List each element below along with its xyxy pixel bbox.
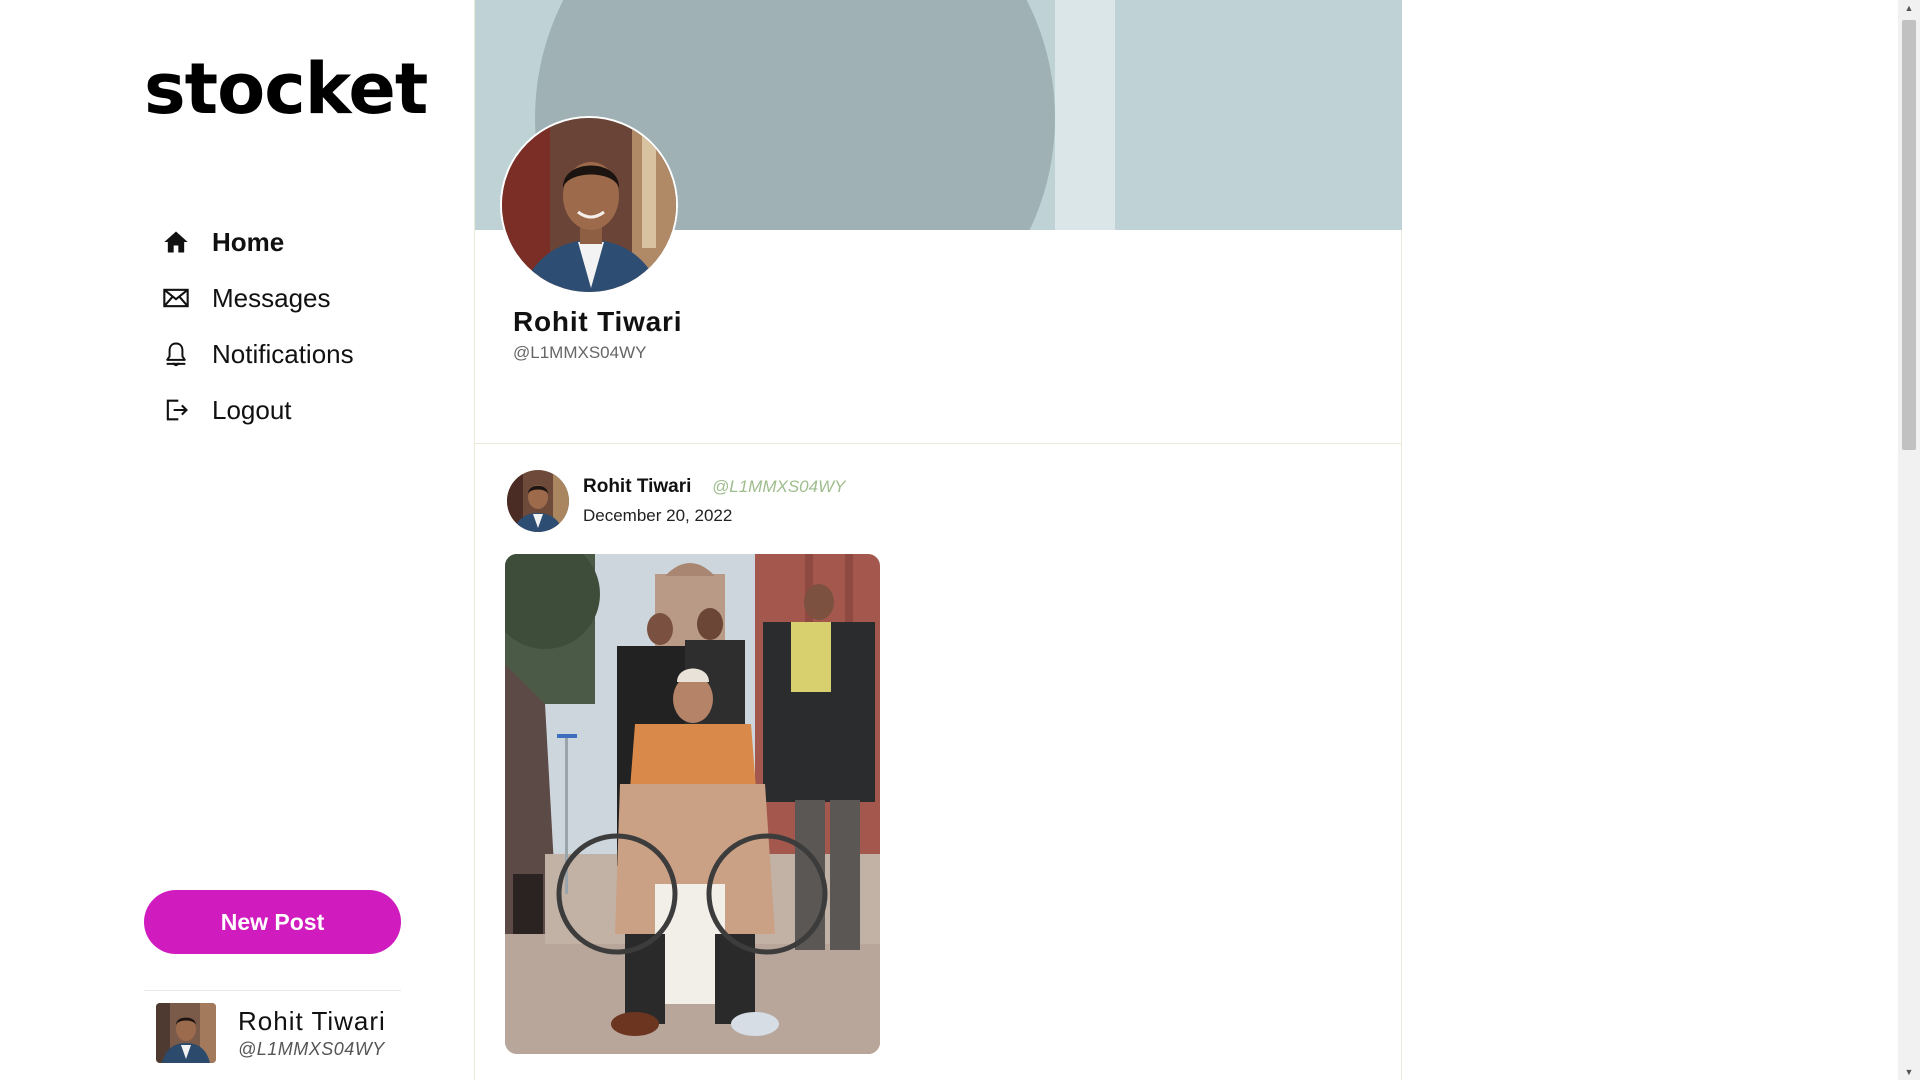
- profile-handle: @L1MMXS04WY: [513, 343, 647, 362]
- nav-item-home[interactable]: Home: [160, 214, 420, 270]
- scroll-thumb[interactable]: [1902, 20, 1916, 450]
- current-user-handle: @L1MMXS04WY: [238, 1039, 385, 1059]
- logout-icon: [160, 394, 192, 426]
- envelope-icon: [160, 282, 192, 314]
- profile-name: Rohit Tiwari: [513, 306, 683, 337]
- post-image[interactable]: [505, 554, 880, 1054]
- sidebar-divider: [144, 990, 401, 991]
- nav-item-logout[interactable]: Logout: [160, 382, 420, 438]
- brand-logo[interactable]: stocket: [144, 54, 428, 124]
- main-nav: Home Messages Notifications Logout: [160, 214, 420, 438]
- current-user-text: Rohit Tiwari @L1MMXS04WY: [238, 1006, 386, 1060]
- nav-label-home: Home: [212, 226, 285, 257]
- new-post-button[interactable]: New Post: [144, 890, 401, 954]
- nav-label-notifications: Notifications: [212, 338, 354, 369]
- bell-icon: [160, 338, 192, 370]
- scroll-up-arrow-icon[interactable]: ▲: [1898, 0, 1920, 16]
- app-root: stocket Home Messages Notifications Logo…: [0, 0, 1920, 1080]
- scroll-down-arrow-icon[interactable]: ▼: [1898, 1064, 1920, 1080]
- post-text-overflow: [511, 1072, 1211, 1080]
- nav-label-messages: Messages: [212, 282, 331, 313]
- nav-item-messages[interactable]: Messages: [160, 270, 420, 326]
- nav-label-logout: Logout: [212, 394, 292, 425]
- current-user-name: Rohit Tiwari: [238, 1006, 386, 1036]
- page-scrollbar[interactable]: ▲ ▼: [1898, 0, 1920, 1080]
- current-user-card[interactable]: Rohit Tiwari @L1MMXS04WY: [156, 1003, 386, 1063]
- post-date: December 20, 2022: [583, 506, 733, 525]
- profile-divider: [475, 443, 1402, 444]
- home-icon: [160, 226, 192, 258]
- post-author-handle[interactable]: @L1MMXS04WY: [712, 477, 845, 497]
- main-column: Rohit Tiwari @L1MMXS04WY Rohit Tiwari @L…: [474, 0, 1402, 1080]
- avatar: [156, 1003, 216, 1063]
- profile-avatar[interactable]: [500, 116, 678, 294]
- nav-item-notifications[interactable]: Notifications: [160, 326, 420, 382]
- post-author-avatar[interactable]: [507, 470, 569, 532]
- post-author-name[interactable]: Rohit Tiwari: [583, 476, 691, 498]
- sidebar: stocket Home Messages Notifications Logo…: [0, 0, 474, 1080]
